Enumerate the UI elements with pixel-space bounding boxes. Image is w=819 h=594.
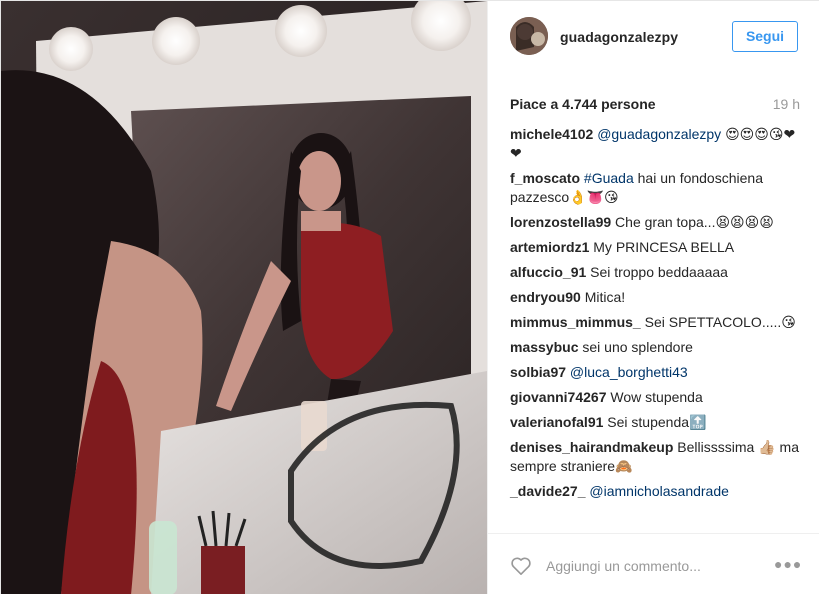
comment-text: Sei troppo beddaaaaa (590, 264, 728, 280)
comment-item: giovanni74267 Wow stupenda (510, 388, 800, 407)
post-sidebar: guadagonzalezpy Segui Piace a 4.744 pers… (487, 1, 819, 594)
comment-username[interactable]: _davide27_ (510, 483, 586, 499)
post-photo[interactable] (1, 1, 487, 594)
comment-item: michele4102 @guadagonzalezpy 😍😍😍😘❤❤ (510, 125, 800, 163)
likes-count[interactable]: Piace a 4.744 persone (510, 96, 656, 112)
comment-item: massybuc sei uno splendore (510, 338, 800, 357)
comment-mention[interactable]: @iamnicholasandrade (589, 483, 729, 499)
comment-bar: ●●● (488, 533, 819, 594)
comment-text: Wow stupenda (610, 389, 703, 405)
post-author-username[interactable]: guadagonzalezpy (560, 29, 678, 45)
comment-mention[interactable]: @guadagonzalezpy (597, 126, 721, 142)
avatar[interactable] (510, 17, 548, 55)
comment-mention[interactable]: #Guada (584, 170, 634, 186)
comment-username[interactable]: mimmus_mimmus_ (510, 314, 641, 330)
comment-username[interactable]: michele4102 (510, 126, 593, 142)
comment-item: lorenzostella99 Che gran topa...😫😫😫😫 (510, 213, 800, 232)
comment-username[interactable]: f_moscato (510, 170, 580, 186)
comment-text: Che gran topa...😫😫😫😫 (615, 214, 774, 230)
comment-item: artemiordz1 My PRINCESA BELLA (510, 238, 800, 257)
comment-item: denises_hairandmakeup Bellissssima 👍🏼 ma… (510, 438, 800, 476)
comment-username[interactable]: alfuccio_91 (510, 264, 586, 280)
avatar-image (510, 17, 548, 55)
comment-text: Sei stupenda🔝 (607, 414, 707, 430)
comment-text: sei uno splendore (582, 339, 693, 355)
comment-item: _davide27_ @iamnicholasandrade (510, 482, 800, 501)
comment-username[interactable]: lorenzostella99 (510, 214, 611, 230)
comment-mention[interactable]: @luca_borghetti43 (570, 364, 688, 380)
comment-text: @luca_borghetti43 (570, 364, 688, 380)
comment-item: solbia97 @luca_borghetti43 (510, 363, 800, 382)
comment-item: endryou90 Mitica! (510, 288, 800, 307)
comment-text: Sei SPETTACOLO.....😘 (644, 314, 796, 330)
likes-row: Piace a 4.744 persone 19 h (510, 96, 800, 116)
comment-username[interactable]: denises_hairandmakeup (510, 439, 673, 455)
comment-list: michele4102 @guadagonzalezpy 😍😍😍😘❤❤ f_mos… (510, 125, 800, 507)
post-dialog: guadagonzalezpy Segui Piace a 4.744 pers… (0, 0, 819, 594)
comment-text: My PRINCESA BELLA (593, 239, 735, 255)
comment-text: Mitica! (584, 289, 626, 305)
heart-outline-icon[interactable] (510, 556, 532, 576)
post-timestamp[interactable]: 19 h (773, 96, 800, 112)
comment-item: valerianofal91 Sei stupenda🔝 (510, 413, 800, 432)
comment-username[interactable]: valerianofal91 (510, 414, 603, 430)
follow-button[interactable]: Segui (732, 21, 798, 52)
comment-item: f_moscato #Guada hai un fondoschiena paz… (510, 169, 800, 207)
post-header: guadagonzalezpy Segui (488, 1, 819, 73)
comment-text: @iamnicholasandrade (589, 483, 729, 499)
comment-input[interactable] (546, 555, 746, 577)
ellipsis-icon[interactable]: ●●● (774, 556, 802, 572)
comment-username[interactable]: massybuc (510, 339, 578, 355)
comment-username[interactable]: solbia97 (510, 364, 566, 380)
comment-username[interactable]: artemiordz1 (510, 239, 589, 255)
comment-username[interactable]: giovanni74267 (510, 389, 607, 405)
comment-item: mimmus_mimmus_ Sei SPETTACOLO.....😘 (510, 313, 800, 332)
comment-item: alfuccio_91 Sei troppo beddaaaaa (510, 263, 800, 282)
comment-username[interactable]: endryou90 (510, 289, 581, 305)
mirror-selfie-image (1, 1, 487, 594)
